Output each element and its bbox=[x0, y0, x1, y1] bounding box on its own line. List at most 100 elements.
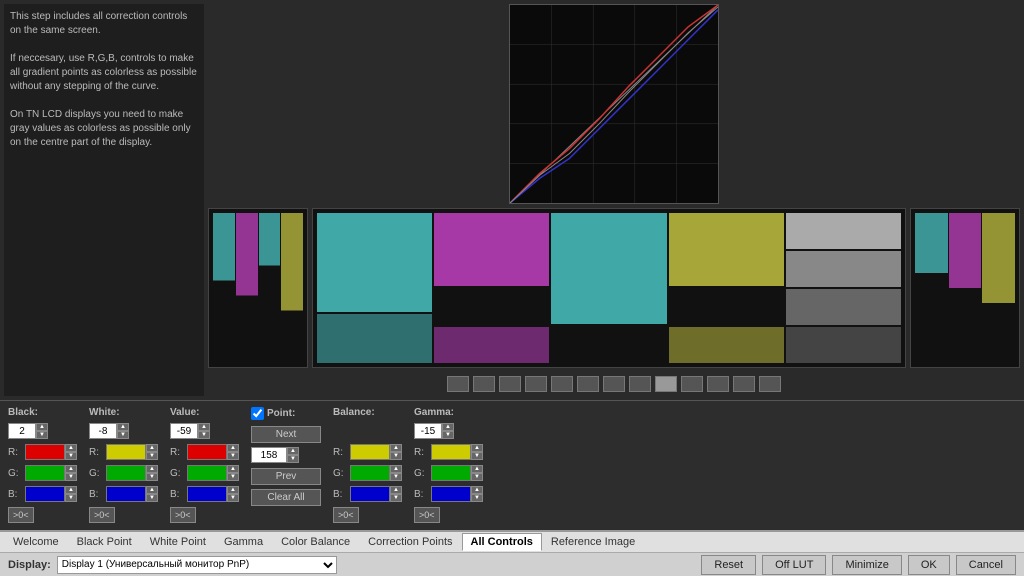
black-g-up[interactable]: ▲ bbox=[65, 465, 77, 473]
prev-button[interactable]: Prev bbox=[251, 468, 321, 485]
value-r-down[interactable]: ▼ bbox=[227, 452, 239, 460]
value-r-up[interactable]: ▲ bbox=[227, 444, 239, 452]
black-g-down[interactable]: ▼ bbox=[65, 473, 77, 481]
value-b-up[interactable]: ▲ bbox=[227, 486, 239, 494]
white-g-down[interactable]: ▼ bbox=[146, 473, 158, 481]
point-btn-7[interactable] bbox=[603, 376, 625, 392]
tab-correction-points[interactable]: Correction Points bbox=[359, 533, 461, 551]
balance-r-down[interactable]: ▼ bbox=[390, 452, 402, 460]
black-value-input[interactable] bbox=[8, 423, 36, 439]
tab-gamma[interactable]: Gamma bbox=[215, 533, 272, 551]
white-up[interactable]: ▲ bbox=[117, 423, 129, 431]
point-down[interactable]: ▼ bbox=[287, 455, 299, 463]
point-btn-10[interactable] bbox=[681, 376, 703, 392]
black-r-up[interactable]: ▲ bbox=[65, 444, 77, 452]
gamma-g-input[interactable] bbox=[431, 465, 471, 481]
black-b-up[interactable]: ▲ bbox=[65, 486, 77, 494]
point-btn-12[interactable] bbox=[733, 376, 755, 392]
value-g-input[interactable] bbox=[187, 465, 227, 481]
cancel-button[interactable]: Cancel bbox=[956, 555, 1016, 575]
display-select[interactable]: Display 1 (Универсальный монитор PnP) bbox=[57, 556, 337, 574]
gamma-reset-btn[interactable]: >0< bbox=[414, 507, 440, 523]
point-checkbox[interactable] bbox=[251, 407, 264, 420]
balance-b-down[interactable]: ▼ bbox=[390, 494, 402, 502]
balance-r-up[interactable]: ▲ bbox=[390, 444, 402, 452]
minimize-button[interactable]: Minimize bbox=[832, 555, 901, 575]
balance-g-input[interactable] bbox=[350, 465, 390, 481]
next-button[interactable]: Next bbox=[251, 426, 321, 443]
point-btn-2[interactable] bbox=[473, 376, 495, 392]
white-value-input[interactable] bbox=[89, 423, 117, 439]
black-b-down[interactable]: ▼ bbox=[65, 494, 77, 502]
color-bars-small-right bbox=[910, 208, 1020, 368]
white-reset-btn[interactable]: >0< bbox=[89, 507, 115, 523]
value-up[interactable]: ▲ bbox=[198, 423, 210, 431]
tab-welcome[interactable]: Welcome bbox=[4, 533, 68, 551]
value-b-input[interactable] bbox=[187, 486, 227, 502]
balance-g-down[interactable]: ▼ bbox=[390, 473, 402, 481]
gamma-value-input[interactable] bbox=[414, 423, 442, 439]
balance-reset-btn[interactable]: >0< bbox=[333, 507, 359, 523]
tab-color-balance[interactable]: Color Balance bbox=[272, 533, 359, 551]
value-input[interactable] bbox=[170, 423, 198, 439]
gamma-g-up[interactable]: ▲ bbox=[471, 465, 483, 473]
tab-all-controls[interactable]: All Controls bbox=[462, 533, 542, 551]
balance-b-spinner: ▲ ▼ bbox=[390, 486, 402, 502]
gamma-b-input[interactable] bbox=[431, 486, 471, 502]
point-btn-3[interactable] bbox=[499, 376, 521, 392]
value-b-down[interactable]: ▼ bbox=[227, 494, 239, 502]
black-g-input[interactable] bbox=[25, 465, 65, 481]
value-g-up[interactable]: ▲ bbox=[227, 465, 239, 473]
white-b-down[interactable]: ▼ bbox=[146, 494, 158, 502]
balance-g-up[interactable]: ▲ bbox=[390, 465, 402, 473]
point-value-input[interactable] bbox=[251, 447, 287, 463]
white-g-up[interactable]: ▲ bbox=[146, 465, 158, 473]
white-down[interactable]: ▼ bbox=[117, 431, 129, 439]
gamma-r-input[interactable] bbox=[431, 444, 471, 460]
black-up[interactable]: ▲ bbox=[36, 423, 48, 431]
white-r-up[interactable]: ▲ bbox=[146, 444, 158, 452]
value-g-down[interactable]: ▼ bbox=[227, 473, 239, 481]
tab-reference-image[interactable]: Reference Image bbox=[542, 533, 644, 551]
point-btn-4[interactable] bbox=[525, 376, 547, 392]
off-lut-button[interactable]: Off LUT bbox=[762, 555, 826, 575]
point-btn-9[interactable] bbox=[655, 376, 677, 392]
balance-b-up[interactable]: ▲ bbox=[390, 486, 402, 494]
instructions-panel: This step includes all correction contro… bbox=[4, 4, 204, 396]
point-btn-8[interactable] bbox=[629, 376, 651, 392]
point-btn-11[interactable] bbox=[707, 376, 729, 392]
white-r-down[interactable]: ▼ bbox=[146, 452, 158, 460]
value-r-input[interactable] bbox=[187, 444, 227, 460]
gamma-r-up[interactable]: ▲ bbox=[471, 444, 483, 452]
gamma-b-down[interactable]: ▼ bbox=[471, 494, 483, 502]
gamma-g-down[interactable]: ▼ bbox=[471, 473, 483, 481]
tab-black-point[interactable]: Black Point bbox=[68, 533, 141, 551]
balance-b-input[interactable] bbox=[350, 486, 390, 502]
gamma-down[interactable]: ▼ bbox=[442, 431, 454, 439]
point-btn-5[interactable] bbox=[551, 376, 573, 392]
gamma-up[interactable]: ▲ bbox=[442, 423, 454, 431]
reset-button[interactable]: Reset bbox=[701, 555, 756, 575]
black-down[interactable]: ▼ bbox=[36, 431, 48, 439]
black-r-input[interactable] bbox=[25, 444, 65, 460]
gamma-r-down[interactable]: ▼ bbox=[471, 452, 483, 460]
value-down[interactable]: ▼ bbox=[198, 431, 210, 439]
white-b-up[interactable]: ▲ bbox=[146, 486, 158, 494]
point-btn-6[interactable] bbox=[577, 376, 599, 392]
black-b-input[interactable] bbox=[25, 486, 65, 502]
balance-r-input[interactable] bbox=[350, 444, 390, 460]
white-r-input[interactable] bbox=[106, 444, 146, 460]
ok-button[interactable]: OK bbox=[908, 555, 950, 575]
clear-all-button[interactable]: Clear All bbox=[251, 489, 321, 506]
white-g-input[interactable] bbox=[106, 465, 146, 481]
tab-white-point[interactable]: White Point bbox=[141, 533, 215, 551]
point-btn-13[interactable] bbox=[759, 376, 781, 392]
value-reset-btn[interactable]: >0< bbox=[170, 507, 196, 523]
point-up[interactable]: ▲ bbox=[287, 447, 299, 455]
gamma-b-up[interactable]: ▲ bbox=[471, 486, 483, 494]
point-btn-1[interactable] bbox=[447, 376, 469, 392]
black-reset-btn[interactable]: >0< bbox=[8, 507, 34, 523]
white-b-input[interactable] bbox=[106, 486, 146, 502]
black-r-down[interactable]: ▼ bbox=[65, 452, 77, 460]
balance-label: Balance: bbox=[333, 407, 402, 418]
